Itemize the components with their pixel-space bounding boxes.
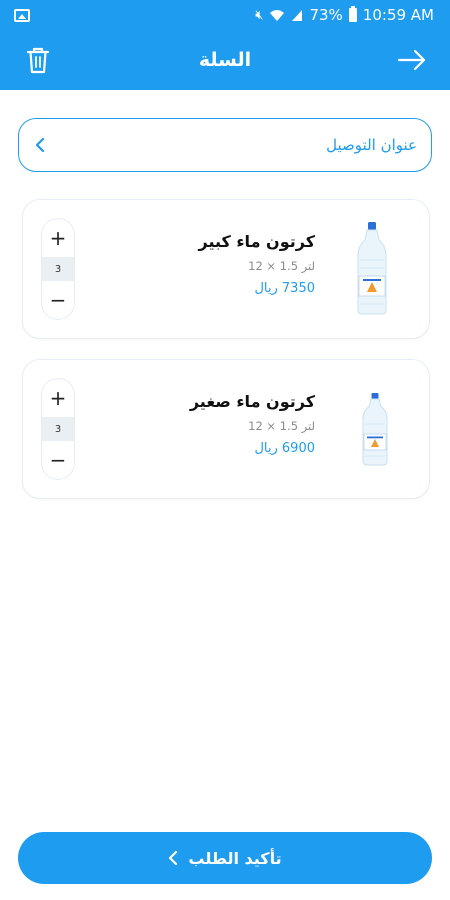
decrement-button[interactable]: − <box>41 281 75 319</box>
quantity-value: 3 <box>42 417 74 441</box>
quantity-value: 3 <box>42 257 74 281</box>
delivery-address-row[interactable]: عنوان التوصيل <box>18 118 432 172</box>
chevron-left-icon <box>169 850 178 866</box>
app-header: السلة <box>0 30 450 90</box>
signal-icon <box>292 9 303 21</box>
mute-icon: 🔇︎ <box>255 7 264 23</box>
item-size: 12 × 1.5 لتر <box>248 259 315 273</box>
item-price: 6900 ريال <box>254 441 315 456</box>
clock: 10:59 AM <box>362 6 434 24</box>
water-bottle-icon <box>362 393 388 466</box>
battery-icon <box>348 6 357 22</box>
item-name: كرتون ماء صغير <box>189 392 315 411</box>
delivery-address-label: عنوان التوصيل <box>326 136 417 154</box>
item-info: كرتون ماء كبير 12 × 1.5 لتر 7350 ريال <box>198 232 315 296</box>
increment-button[interactable]: + <box>41 219 75 257</box>
chevron-left-icon <box>35 137 45 153</box>
water-bottle-icon <box>357 222 387 315</box>
arrow-right-icon <box>397 49 426 71</box>
battery-percent: 73% <box>309 6 343 24</box>
page-title: السلة <box>198 49 252 71</box>
delete-cart-button[interactable] <box>22 44 54 76</box>
cart-item: + 3 − كرتون ماء صغير 12 × 1.5 لتر 6900 ر… <box>22 359 430 499</box>
wifi-icon <box>270 9 285 21</box>
cart-item: + 3 − كرتون ماء كبير 12 × 1.5 لتر 7350 ر… <box>22 199 430 339</box>
status-right: 🔇︎ 73% 10:59 AM <box>255 6 434 24</box>
item-name: كرتون ماء كبير <box>198 232 315 251</box>
increment-button[interactable]: + <box>41 379 75 417</box>
status-left <box>14 8 30 22</box>
status-bar: 🔇︎ 73% 10:59 AM <box>0 0 450 30</box>
gallery-icon <box>14 8 30 22</box>
item-size: 12 × 1.5 لتر <box>248 419 315 433</box>
confirm-order-button[interactable]: تأكيد الطلب <box>18 832 432 884</box>
item-price: 7350 ريال <box>254 281 315 296</box>
quantity-stepper: + 3 − <box>41 218 75 320</box>
trash-icon <box>26 47 50 74</box>
decrement-button[interactable]: − <box>41 441 75 479</box>
confirm-order-label: تأكيد الطلب <box>188 848 282 868</box>
quantity-stepper: + 3 − <box>41 378 75 480</box>
item-info: كرتون ماء صغير 12 × 1.5 لتر 6900 ريال <box>190 392 315 456</box>
back-button[interactable] <box>396 45 428 75</box>
